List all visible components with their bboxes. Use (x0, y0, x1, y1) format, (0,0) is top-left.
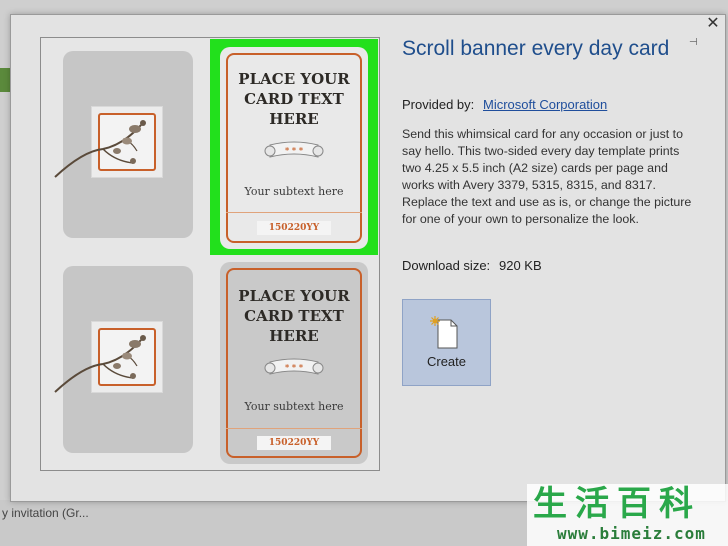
download-size-value: 920 KB (499, 258, 542, 273)
template-title: Scroll banner every day card (402, 37, 670, 60)
new-document-icon (430, 316, 458, 349)
watermark-logo-text: 生活百科 (533, 484, 701, 524)
card-divider (226, 428, 362, 429)
close-button[interactable]: ✕ (704, 15, 722, 33)
scroll-banner-icon: * * * (264, 358, 324, 375)
scroll-banner-icon: * * * (264, 141, 324, 158)
template-description: Send this whimsical card for any occasio… (402, 127, 692, 226)
scroll-stars: * * * (285, 145, 304, 155)
template-preview-dialog: ✕ ⊣ PLACE YOUR CARD TEXT HERE * * * Your… (10, 14, 726, 502)
provided-by-label: Provided by: (402, 97, 475, 112)
bird-branch-image (54, 335, 146, 393)
bird-branch-image (54, 120, 146, 178)
card-back-photo (54, 266, 193, 453)
download-size-label: Download size: (402, 258, 491, 273)
create-button-label: Create (426, 354, 467, 369)
card-title: PLACE YOUR CARD TEXT HERE (238, 70, 350, 128)
background-template-name[interactable]: y invitation (Gr... (2, 506, 89, 520)
card-subtext: Your subtext here (244, 400, 344, 413)
create-button[interactable]: Create (402, 299, 491, 386)
watermark-url: www.bimeiz.com (557, 524, 706, 543)
card-text-top[interactable]: PLACE YOUR CARD TEXT HERE * * * Your sub… (220, 47, 368, 249)
card-divider (226, 212, 362, 213)
card-code: 150220YY (257, 221, 331, 235)
card-text-bottom[interactable]: PLACE YOUR CARD TEXT HERE * * * Your sub… (220, 262, 368, 464)
background-accent-stripe (0, 68, 10, 92)
pin-icon[interactable]: ⊣ (689, 37, 703, 49)
card-front-photo (54, 51, 193, 238)
provider-link[interactable]: Microsoft Corporation (483, 97, 607, 112)
card-code: 150220YY (257, 436, 331, 450)
scroll-stars: * * * (285, 362, 304, 372)
card-title: PLACE YOUR CARD TEXT HERE (238, 287, 350, 345)
watermark: 生活百科 www.bimeiz.com (527, 484, 728, 546)
template-preview-pane: PLACE YOUR CARD TEXT HERE * * * Your sub… (40, 37, 380, 471)
card-subtext: Your subtext here (244, 185, 344, 198)
